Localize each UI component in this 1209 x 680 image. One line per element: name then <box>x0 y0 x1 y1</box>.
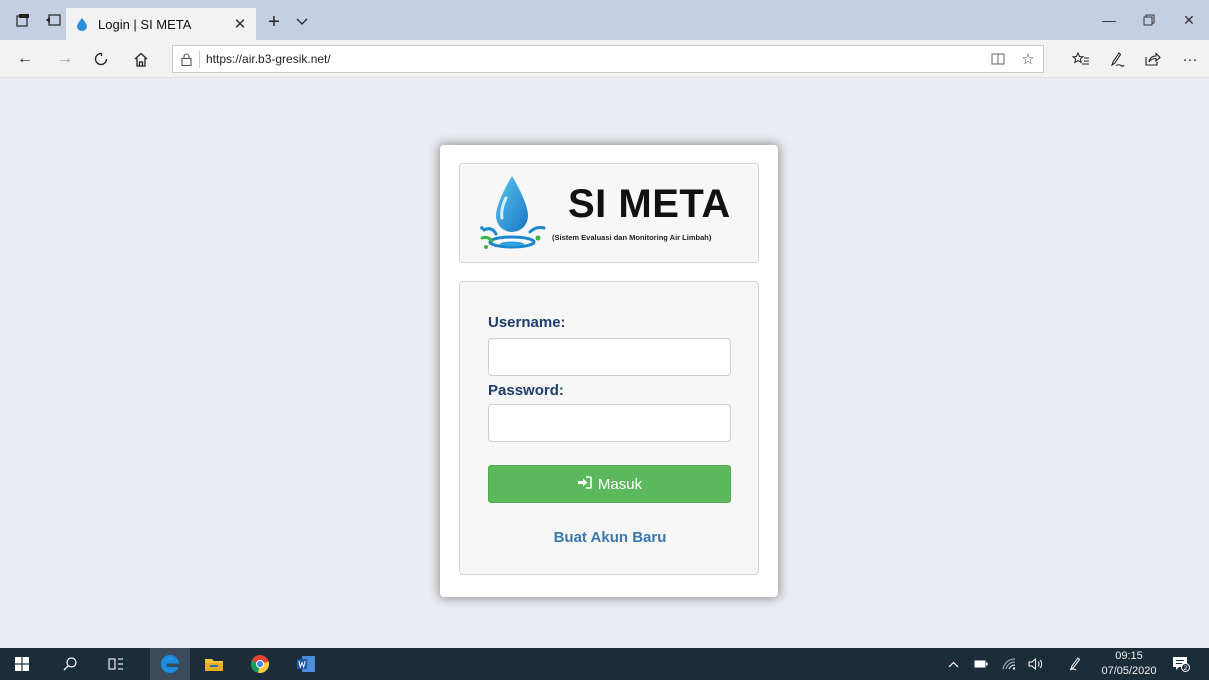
pen-workspace-icon[interactable] <box>1062 648 1088 680</box>
task-view-icon[interactable] <box>96 648 136 680</box>
register-link[interactable]: Buat Akun Baru <box>460 529 760 546</box>
clock-date: 07/05/2020 <box>1101 665 1157 677</box>
favorite-star-icon[interactable]: ☆ <box>1013 46 1043 72</box>
water-drop-favicon <box>76 17 88 31</box>
notification-count: 2 <box>1183 664 1187 672</box>
edge-icon[interactable] <box>150 648 190 680</box>
wifi-icon[interactable] <box>996 648 1022 680</box>
more-icon[interactable]: ··· <box>1176 47 1204 71</box>
windows-start-icon[interactable] <box>2 648 42 680</box>
tab-preview-chevron-icon[interactable] <box>290 10 314 34</box>
password-input[interactable] <box>488 404 731 442</box>
search-icon[interactable] <box>50 648 90 680</box>
browser-tab[interactable]: Login | SI META ✕ <box>66 8 256 40</box>
logo-panel: SI META (Sistem Evaluasi dan Monitoring … <box>459 163 759 263</box>
home-icon[interactable] <box>128 47 154 71</box>
water-drop-logo-icon <box>480 176 546 249</box>
volume-icon[interactable] <box>1022 648 1048 680</box>
login-form: Username: Password: Masuk Buat Akun Baru <box>459 281 759 575</box>
browser-tab-bar: Login | SI META ✕ + — ✕ <box>0 0 1209 40</box>
favorites-list-icon[interactable] <box>1067 47 1095 71</box>
share-icon[interactable] <box>1139 47 1167 71</box>
restore-icon[interactable] <box>1129 0 1169 40</box>
page-content: SI META (Sistem Evaluasi dan Monitoring … <box>0 78 1209 648</box>
windows-taskbar: 09:15 07/05/2020 2 <box>0 648 1209 680</box>
reading-view-icon[interactable] <box>983 46 1013 72</box>
tab-title: Login | SI META <box>98 16 192 32</box>
system-clock[interactable]: 09:15 07/05/2020 <box>1098 649 1160 679</box>
show-tabs-icon[interactable] <box>40 7 66 33</box>
forward-arrow-icon[interactable]: → <box>52 47 78 71</box>
login-card: SI META (Sistem Evaluasi dan Monitoring … <box>440 145 778 597</box>
pen-icon[interactable] <box>1103 47 1131 71</box>
close-window-icon[interactable]: ✕ <box>1169 0 1209 40</box>
logo-subtitle: (Sistem Evaluasi dan Monitoring Air Limb… <box>552 233 712 242</box>
back-arrow-icon[interactable]: ← <box>12 47 38 71</box>
close-tab-icon[interactable]: ✕ <box>228 12 252 36</box>
notification-icon[interactable]: 2 <box>1166 648 1196 680</box>
new-tab-icon[interactable]: + <box>262 10 286 34</box>
logo-title: SI META <box>568 182 731 226</box>
clock-time: 09:15 <box>1115 650 1143 662</box>
battery-icon[interactable] <box>968 648 994 680</box>
username-label: Username: <box>488 314 566 331</box>
refresh-icon[interactable] <box>88 47 114 71</box>
lock-icon[interactable] <box>173 46 199 72</box>
browser-toolbar: ← → https://air.b3-gresik.net/ ☆ ··· <box>0 40 1209 78</box>
word-icon[interactable] <box>286 648 326 680</box>
address-bar[interactable]: https://air.b3-gresik.net/ ☆ <box>172 45 1044 73</box>
chrome-icon[interactable] <box>240 648 280 680</box>
chevron-up-icon[interactable] <box>940 648 966 680</box>
sign-in-icon <box>577 476 592 492</box>
password-label: Password: <box>488 382 564 399</box>
minimize-icon[interactable]: — <box>1089 0 1129 40</box>
url-text[interactable]: https://air.b3-gresik.net/ <box>206 52 983 66</box>
file-explorer-icon[interactable] <box>194 648 234 680</box>
username-input[interactable] <box>488 338 731 376</box>
login-button[interactable]: Masuk <box>488 465 731 503</box>
login-button-label: Masuk <box>597 475 643 493</box>
set-aside-tabs-icon[interactable] <box>10 7 36 33</box>
address-divider <box>199 50 200 68</box>
